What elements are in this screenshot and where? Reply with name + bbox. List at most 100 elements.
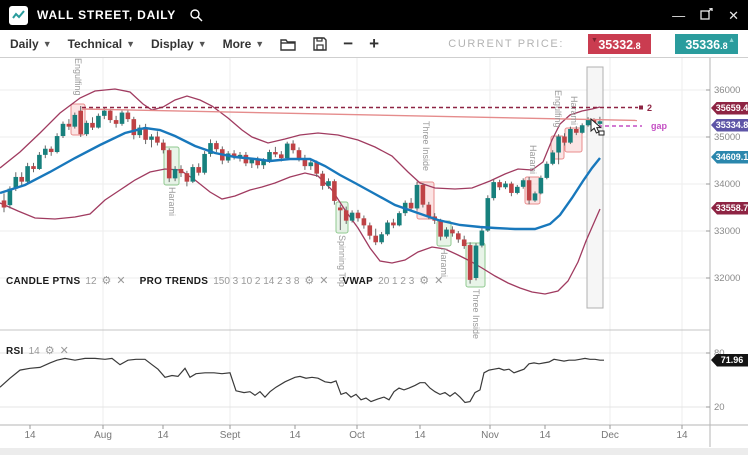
- candle[interactable]: [320, 174, 325, 186]
- candle[interactable]: [19, 177, 24, 182]
- candle[interactable]: [527, 180, 532, 200]
- open-folder-icon[interactable]: [280, 37, 297, 51]
- close-icon[interactable]: ✕: [60, 346, 69, 357]
- candle[interactable]: [344, 210, 349, 220]
- candle[interactable]: [108, 111, 113, 120]
- candle[interactable]: [368, 225, 373, 235]
- candle[interactable]: [444, 230, 449, 237]
- candle[interactable]: [114, 120, 119, 124]
- candle[interactable]: [185, 173, 190, 181]
- candle[interactable]: [132, 119, 137, 135]
- candle[interactable]: [55, 136, 60, 152]
- close-icon[interactable]: ✕: [319, 276, 328, 287]
- candle[interactable]: [580, 125, 585, 133]
- candle[interactable]: [90, 123, 95, 128]
- candle[interactable]: [562, 137, 567, 143]
- candle[interactable]: [550, 153, 555, 164]
- candle[interactable]: [362, 218, 367, 225]
- chart-area[interactable]: 2gap3600035000340003300032000802014Aug14…: [0, 58, 748, 455]
- candle[interactable]: [273, 152, 278, 154]
- candle[interactable]: [120, 113, 125, 124]
- candle[interactable]: [509, 184, 514, 193]
- gear-icon[interactable]: ⚙: [45, 346, 55, 357]
- candle[interactable]: [155, 137, 160, 143]
- candle[interactable]: [161, 143, 166, 151]
- candle[interactable]: [73, 115, 78, 127]
- candle[interactable]: [285, 144, 290, 159]
- save-icon[interactable]: [313, 37, 327, 51]
- candle[interactable]: [25, 166, 30, 182]
- candle[interactable]: [503, 184, 508, 188]
- candle[interactable]: [397, 213, 402, 225]
- candle[interactable]: [67, 124, 72, 127]
- candle[interactable]: [556, 137, 561, 153]
- candle[interactable]: [539, 178, 544, 194]
- candle[interactable]: [356, 213, 361, 219]
- candle[interactable]: [462, 239, 467, 246]
- candle[interactable]: [491, 182, 496, 198]
- candle[interactable]: [415, 185, 420, 209]
- candle[interactable]: [167, 150, 172, 178]
- candle[interactable]: [2, 200, 7, 207]
- candle[interactable]: [421, 185, 426, 205]
- candle[interactable]: [61, 124, 66, 136]
- candle[interactable]: [43, 149, 48, 155]
- candle[interactable]: [456, 233, 461, 239]
- candle[interactable]: [545, 164, 550, 178]
- candle[interactable]: [326, 181, 331, 186]
- candle[interactable]: [409, 203, 414, 209]
- candle[interactable]: [179, 169, 184, 173]
- candle[interactable]: [533, 193, 538, 200]
- candle[interactable]: [78, 111, 83, 134]
- candle[interactable]: [49, 149, 54, 152]
- candle[interactable]: [379, 234, 384, 242]
- candle[interactable]: [196, 167, 201, 173]
- candle[interactable]: [474, 246, 479, 278]
- candle[interactable]: [214, 143, 219, 149]
- sell-price-badge[interactable]: ▼ 35332.8: [588, 34, 651, 54]
- candle[interactable]: [497, 182, 502, 187]
- menu-display[interactable]: Display▼: [151, 37, 207, 51]
- zoom-out-button[interactable]: −: [343, 35, 353, 52]
- candle[interactable]: [250, 160, 255, 164]
- candle[interactable]: [468, 245, 473, 280]
- candle[interactable]: [279, 154, 284, 158]
- menu-technical[interactable]: Technical▼: [68, 37, 135, 51]
- highlight-band[interactable]: [587, 67, 603, 308]
- candle[interactable]: [338, 208, 343, 211]
- candle[interactable]: [149, 137, 154, 140]
- gear-icon[interactable]: ⚙: [102, 276, 112, 287]
- candle[interactable]: [373, 236, 378, 243]
- menu-daily[interactable]: Daily▼: [10, 37, 52, 51]
- search-icon[interactable]: [189, 8, 203, 22]
- popout-icon[interactable]: [700, 8, 713, 22]
- close-icon[interactable]: ✕: [434, 276, 443, 287]
- candle[interactable]: [598, 121, 603, 124]
- gear-icon[interactable]: ⚙: [419, 276, 429, 287]
- menu-more[interactable]: More▼: [223, 37, 265, 51]
- buy-price-badge[interactable]: ▲ 35336.8: [675, 34, 738, 54]
- candle[interactable]: [486, 198, 491, 230]
- candle[interactable]: [267, 152, 272, 160]
- candle[interactable]: [173, 169, 178, 178]
- candle[interactable]: [385, 223, 390, 235]
- candle[interactable]: [191, 167, 196, 182]
- pattern-box[interactable]: [565, 128, 582, 152]
- candle[interactable]: [391, 223, 396, 226]
- candle[interactable]: [450, 230, 455, 234]
- candle[interactable]: [568, 129, 573, 143]
- close-button[interactable]: ✕: [728, 9, 739, 22]
- candle[interactable]: [291, 144, 296, 151]
- candle[interactable]: [202, 154, 207, 173]
- candle[interactable]: [31, 166, 36, 169]
- candle[interactable]: [297, 150, 302, 158]
- candle[interactable]: [37, 155, 42, 169]
- minimize-button[interactable]: —: [672, 9, 685, 22]
- zoom-in-button[interactable]: +: [369, 35, 379, 52]
- chart-canvas[interactable]: [0, 58, 748, 455]
- candle[interactable]: [102, 111, 107, 116]
- candle[interactable]: [574, 129, 579, 133]
- candle[interactable]: [332, 181, 337, 201]
- candle[interactable]: [521, 180, 526, 187]
- candle[interactable]: [515, 187, 520, 193]
